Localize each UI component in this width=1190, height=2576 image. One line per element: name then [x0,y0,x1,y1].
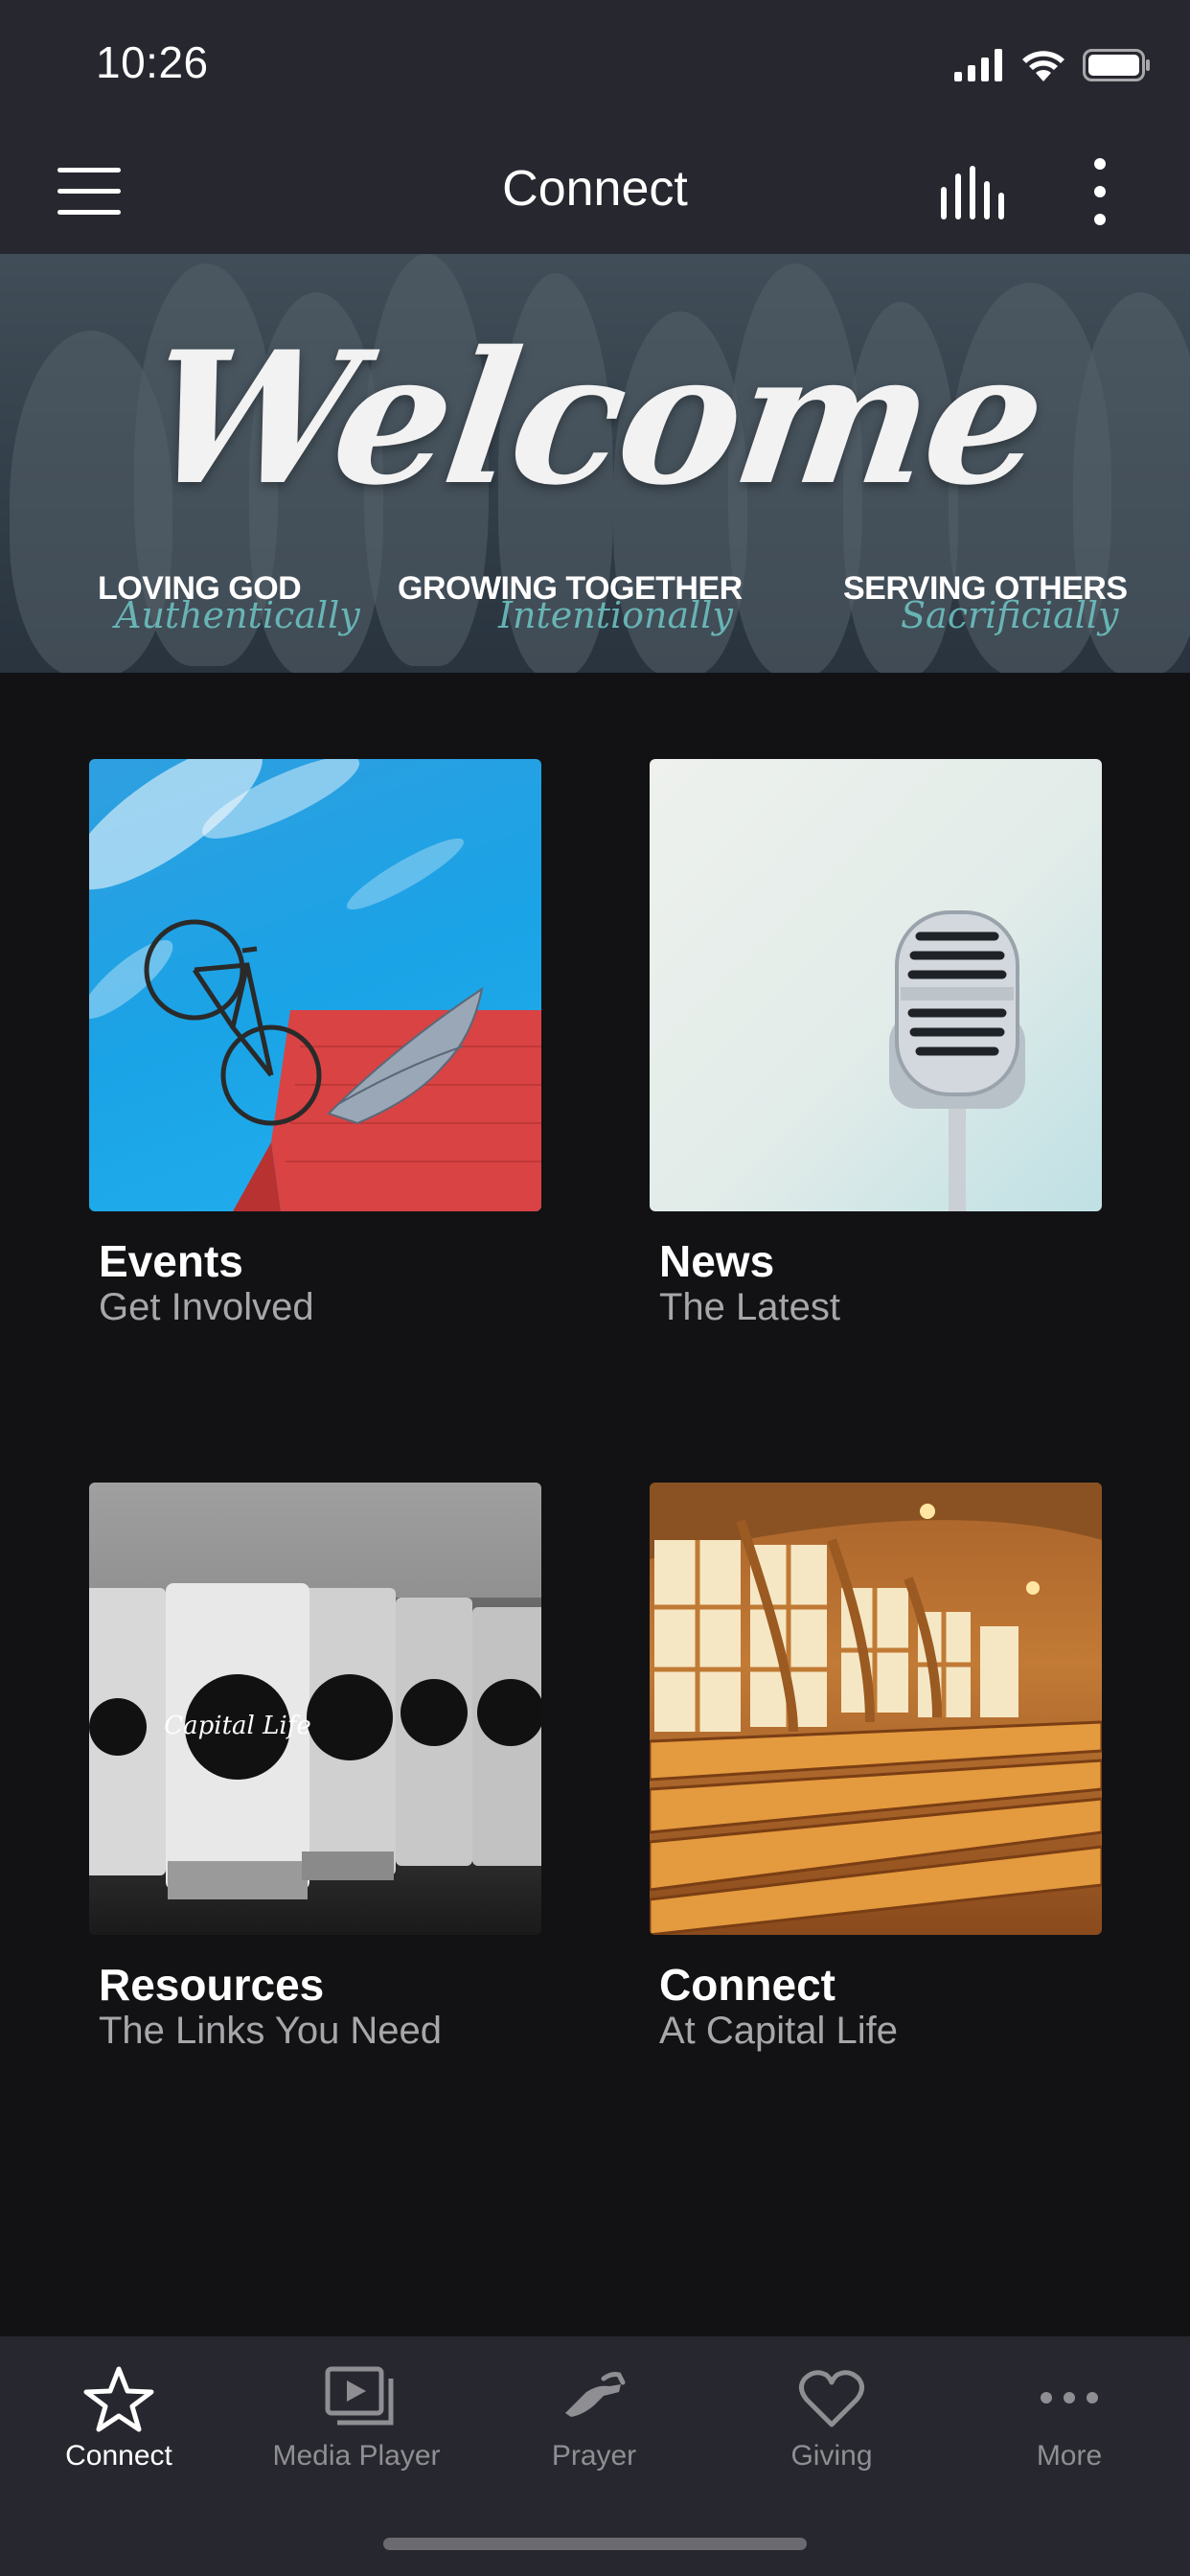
resources-subtitle: The Links You Need [99,2010,443,2052]
star-icon [83,2366,154,2432]
page-title: Connect [502,161,688,217]
tab-media-player[interactable]: Media Player [238,2336,475,2499]
tab-label-media-player: Media Player [272,2440,441,2472]
status-icons [954,46,1152,84]
tab-label-giving: Giving [790,2440,873,2472]
audio-bars-icon[interactable] [939,166,1006,219]
resources-title: Resources [99,1960,325,2010]
news-subtitle: The Latest [659,1286,841,1328]
resources-card[interactable]: Capital Life Resources The Links You Nee… [89,1483,541,2052]
status-bar: 10:26 [0,0,1190,129]
tab-label-connect: Connect [65,2440,172,2472]
news-card[interactable]: News The Latest [650,759,1102,1328]
battery-icon [1083,49,1150,81]
connect-card[interactable]: Connect At Capital Life [650,1483,1102,2052]
tab-label-more: More [1036,2440,1103,2472]
events-subtitle: Get Involved [99,1286,314,1328]
connect-title: Connect [659,1960,835,2010]
tagline-sub-intentionally: Intentionally [498,594,733,636]
cup-logo-text: Capital Life [164,1712,310,1740]
connect-image [650,1483,1102,1935]
news-image [650,759,1102,1211]
events-image [89,759,541,1211]
banner-headline: Welcome [135,311,1055,525]
welcome-banner[interactable]: Welcome LOVING GOD Authentically GROWING… [0,254,1190,673]
tagline-sub-sacrificially: Sacrificially [901,594,1119,636]
tab-more[interactable]: More [950,2336,1188,2499]
resources-image: Capital Life [89,1483,541,1935]
tab-label-prayer: Prayer [551,2440,637,2472]
status-time: 10:26 [96,37,209,87]
tagline-sub-authentically: Authentically [115,594,360,636]
events-card[interactable]: Events Get Involved [89,759,541,1328]
tab-giving[interactable]: Giving [713,2336,950,2499]
home-indicator[interactable] [383,2538,807,2550]
wifi-icon [1022,51,1064,81]
events-title: Events [99,1236,243,1286]
connect-subtitle: At Capital Life [659,2010,899,2052]
more-dots-icon [1041,2392,1098,2404]
media-player-icon [325,2366,394,2426]
tab-connect[interactable]: Connect [0,2336,238,2499]
prayer-hands-icon [565,2372,626,2417]
tab-prayer[interactable]: Prayer [475,2336,713,2499]
heart-icon [799,2370,864,2427]
more-options-icon[interactable] [1083,158,1117,225]
nav-bar: Connect [0,129,1190,254]
news-title: News [659,1236,775,1286]
cellular-signal-icon [954,49,1002,81]
